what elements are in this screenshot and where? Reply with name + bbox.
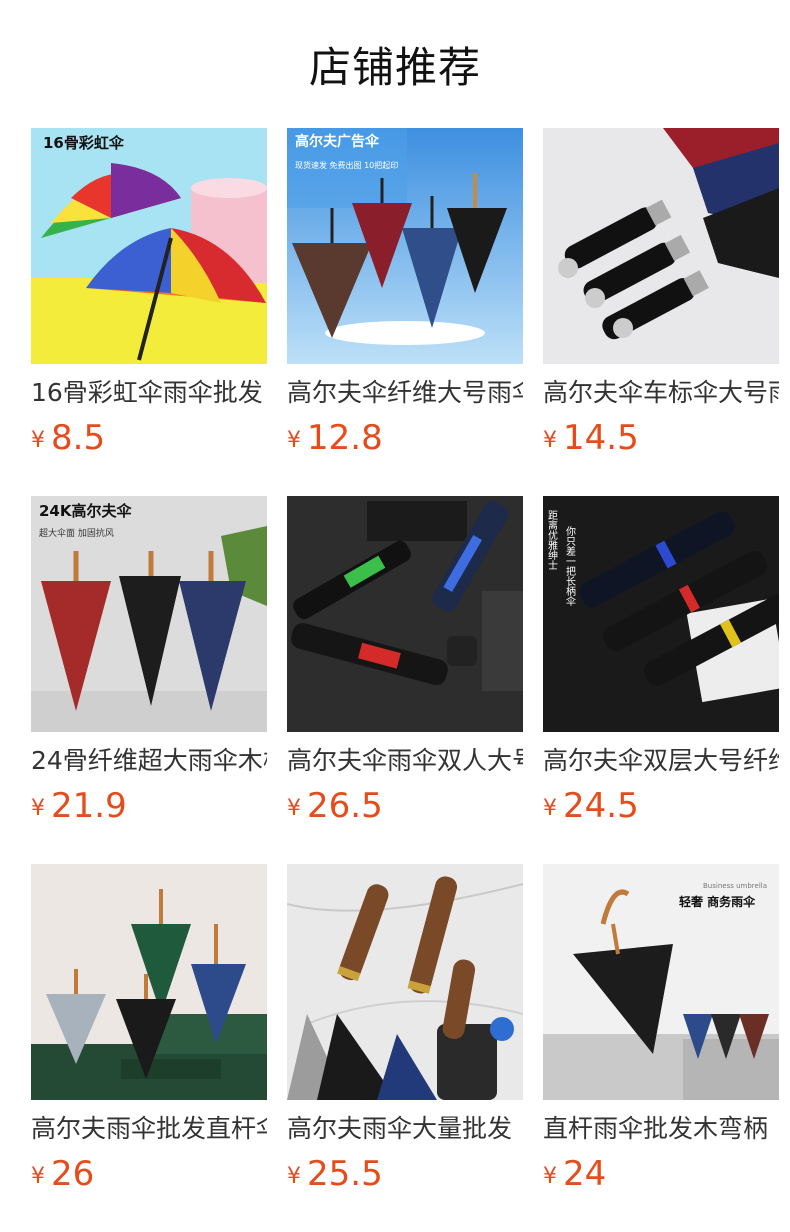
price-value: 14.5 (563, 418, 639, 458)
currency-symbol: ¥ (31, 796, 45, 821)
image-subcaption: 超大伞面 加固抗风 (39, 527, 114, 539)
currency-symbol: ¥ (31, 1164, 45, 1189)
product-card[interactable]: 距离优雅绅士 你只差一把长柄伞 高尔夫伞双层大号纤维 ¥24.5 (543, 496, 779, 826)
image-caption: 16骨彩虹伞 (43, 134, 125, 152)
product-card[interactable]: 高尔夫广告伞 现货速发 免费出图 10把起印 高尔夫伞纤维大号雨伞 ¥12.8 (287, 128, 523, 458)
colored-umbrellas-image[interactable] (31, 864, 267, 1100)
rainbow-umbrella-image[interactable]: 16骨彩虹伞 (31, 128, 267, 364)
product-price: ¥8.5 (31, 418, 267, 464)
golf-umbrellas-image[interactable]: 高尔夫广告伞 现货速发 免费出图 10把起印 (287, 128, 523, 364)
currency-symbol: ¥ (543, 1164, 557, 1189)
price-value: 24.5 (563, 786, 639, 826)
product-card[interactable]: 高尔夫雨伞批发直杆伞 ¥26 (31, 864, 267, 1194)
image-vertical-text: 你只差一把长柄伞 (564, 525, 576, 607)
product-card[interactable]: Business umbrella 轻奢 商务雨伞 直杆雨伞批发木弯柄 ¥24 (543, 864, 779, 1194)
image-subcaption: 现货速发 免费出图 10把起印 (295, 160, 398, 170)
umbrella-handles-image[interactable] (543, 128, 779, 364)
price-value: 26.5 (307, 786, 383, 826)
product-grid: 16骨彩虹伞 16骨彩虹伞雨伞批发 ¥8.5 高尔夫广告伞 现货速发 免费出图 … (31, 128, 779, 1194)
product-price: ¥25.5 (287, 1154, 523, 1200)
price-value: 12.8 (307, 418, 383, 458)
currency-symbol: ¥ (543, 796, 557, 821)
product-price: ¥21.9 (31, 786, 267, 832)
currency-symbol: ¥ (287, 428, 301, 453)
image-caption: 高尔夫广告伞 (295, 133, 380, 150)
currency-symbol: ¥ (287, 1164, 301, 1189)
product-name[interactable]: 高尔夫雨伞大量批发 (287, 1112, 523, 1146)
page-title: 店铺推荐 (308, 43, 481, 92)
product-name[interactable]: 16骨彩虹伞雨伞批发 (31, 376, 267, 410)
product-card[interactable]: 16骨彩虹伞 16骨彩虹伞雨伞批发 ¥8.5 (31, 128, 267, 458)
product-card[interactable]: 高尔夫雨伞大量批发 ¥25.5 (287, 864, 523, 1194)
product-price: ¥24.5 (543, 786, 779, 832)
product-price: ¥26 (31, 1154, 267, 1200)
product-price: ¥14.5 (543, 418, 779, 464)
currency-symbol: ¥ (287, 796, 301, 821)
price-value: 25.5 (307, 1154, 383, 1194)
page: 店铺推荐 16骨彩虹伞 16骨彩虹伞雨伞批发 ¥ 8.5 高尔夫广告伞 现货速发… (0, 0, 790, 1232)
product-price: ¥24 (543, 1154, 779, 1200)
product-card[interactable]: 高尔夫伞车标伞大号雨伞 ¥14.5 (543, 128, 779, 458)
price-value: 21.9 (51, 786, 127, 826)
product-name[interactable]: 高尔夫伞纤维大号雨伞 (287, 376, 523, 410)
price-value: 8.5 (51, 418, 106, 458)
product-name[interactable]: 高尔夫伞雨伞双人大号 (287, 744, 523, 778)
product-name[interactable]: 24骨纤维超大雨伞木柄 (31, 744, 267, 778)
product-price: ¥12.8 (287, 418, 523, 464)
product-card[interactable]: 24K高尔夫伞 超大伞面 加固抗风 24骨纤维超大雨伞木柄 ¥21.9 (31, 496, 267, 826)
price-value: 24 (563, 1154, 607, 1194)
product-name[interactable]: 高尔夫伞双层大号纤维 (543, 744, 779, 778)
image-caption: 24K高尔夫伞 (39, 502, 132, 520)
product-price: ¥26.5 (287, 786, 523, 832)
image-caption: 轻奢 商务雨伞 (679, 894, 756, 909)
dark-umbrellas-image[interactable] (287, 496, 523, 732)
striped-umbrellas-image[interactable]: 距离优雅绅士 你只差一把长柄伞 (543, 496, 779, 732)
price-value: 26 (51, 1154, 95, 1194)
business-umbrella-image[interactable]: Business umbrella 轻奢 商务雨伞 (543, 864, 779, 1100)
product-name[interactable]: 直杆雨伞批发木弯柄 (543, 1112, 779, 1146)
product-name[interactable]: 高尔夫雨伞批发直杆伞 (31, 1112, 267, 1146)
currency-symbol: ¥ (543, 428, 557, 453)
image-label: Business umbrella (703, 882, 767, 890)
currency-symbol: ¥ (31, 428, 45, 453)
image-vertical-text: 距离优雅绅士 (546, 510, 558, 570)
marble-umbrellas-image[interactable] (287, 864, 523, 1100)
product-card[interactable]: 高尔夫伞雨伞双人大号 ¥26.5 (287, 496, 523, 826)
wooden-handle-umbrellas-image[interactable]: 24K高尔夫伞 超大伞面 加固抗风 (31, 496, 267, 732)
product-name[interactable]: 高尔夫伞车标伞大号雨伞 (543, 376, 779, 410)
